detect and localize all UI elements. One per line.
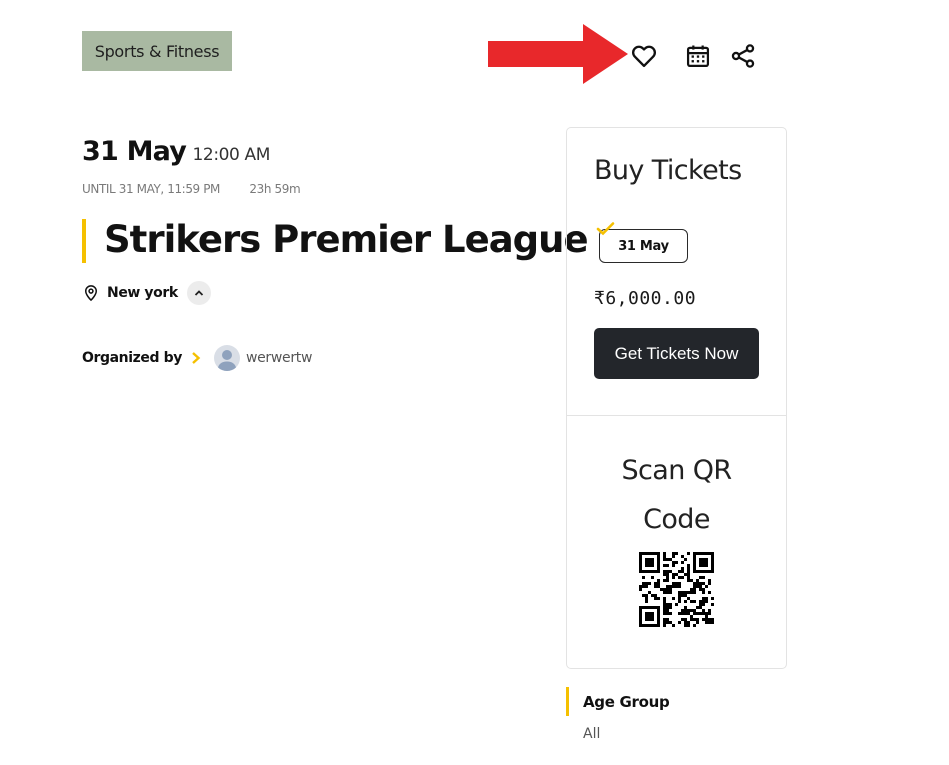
heart-icon[interactable] [630, 42, 658, 70]
event-time: 12:00 AM [192, 145, 270, 165]
age-group-value: All [583, 726, 601, 742]
qr-code-image [639, 552, 714, 627]
age-group-label: Age Group [583, 693, 670, 711]
checkmark-icon [596, 222, 615, 236]
location-row: New york [82, 281, 211, 305]
chevron-up-icon [194, 290, 203, 296]
category-tag[interactable]: Sports & Fitness [82, 31, 232, 71]
event-until: UNTIL 31 MAY, 11:59 PM [82, 182, 220, 196]
event-date-line: 31 May 12:00 AM [82, 136, 270, 167]
card-divider [567, 415, 786, 416]
location-toggle-button[interactable] [186, 281, 211, 305]
title-accent-bar [82, 219, 86, 263]
scan-qr-heading: Scan QR Code [567, 446, 786, 544]
get-tickets-button[interactable]: Get Tickets Now [594, 328, 759, 379]
event-title: Strikers Premier League [104, 218, 589, 261]
buy-tickets-heading: Buy Tickets [594, 155, 742, 186]
organizer-avatar[interactable] [213, 345, 240, 371]
map-pin-icon [84, 285, 98, 302]
organized-by-label: Organized by [82, 350, 182, 366]
location-text: New york [107, 285, 178, 301]
scan-qr-line-2: Code [643, 504, 710, 535]
age-group-accent-bar [566, 687, 569, 716]
chevron-right-icon [192, 352, 201, 364]
event-date: 31 May [82, 136, 187, 167]
calendar-icon[interactable] [684, 42, 712, 70]
ticket-card: Buy Tickets 31 May ₹6,000.00 Get Tickets… [566, 127, 787, 669]
user-icon [217, 350, 237, 371]
event-countdown: 23h 59m [249, 182, 301, 196]
red-arrow-annotation [488, 24, 628, 84]
ticket-price: ₹6,000.00 [594, 288, 697, 309]
event-until-line: UNTIL 31 MAY, 11:59 PM 23h 59m [82, 182, 301, 196]
organizer-name[interactable]: werwertw [246, 350, 312, 366]
organizer-row: Organized by werwertw [82, 345, 312, 371]
scan-qr-line-1: Scan QR [621, 455, 732, 486]
share-icon[interactable] [729, 42, 757, 70]
